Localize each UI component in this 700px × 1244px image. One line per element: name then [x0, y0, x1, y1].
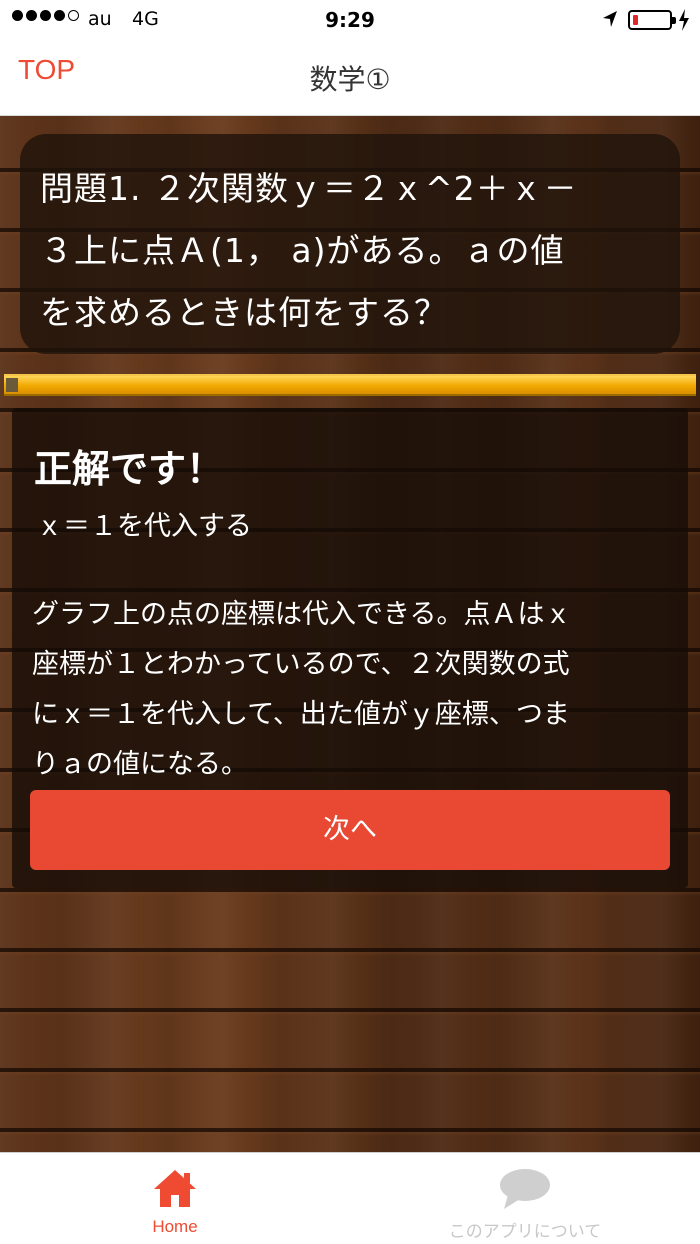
- question-line: を求めるときは何をする？: [40, 293, 448, 332]
- speech-bubble-icon: [500, 1169, 550, 1209]
- next-button[interactable]: 次へ: [30, 790, 670, 870]
- result-title: 正解です！: [34, 447, 225, 491]
- tab-bar: Home このアプリについて: [0, 1152, 700, 1244]
- explanation-line: 座標が１とわかっているので、２次関数の式: [32, 649, 570, 680]
- explanation-line: グラフ上の点の座標は代入できる。点Ａはｘ: [32, 599, 572, 630]
- location-arrow-icon: [603, 11, 617, 27]
- tab-about-label: このアプリについて: [448, 1222, 602, 1242]
- progress-bar: [4, 374, 696, 396]
- tab-about-app[interactable]: このアプリについて: [400, 1153, 650, 1244]
- battery-icon: [628, 10, 676, 30]
- explanation-line: りａの値になる。: [32, 749, 248, 780]
- explanation-line: にｘ＝１を代入して、出た値がｙ座標、つま: [32, 699, 570, 730]
- tab-home-label: Home: [152, 1217, 198, 1236]
- question-line: 問題1. ２次関数ｙ＝２ｘ^2＋ｘ－: [40, 169, 578, 208]
- question-text: 問題1. ２次関数ｙ＝２ｘ^2＋ｘ－ ３上に点Ａ(1， a)がある。ａの値 を求…: [40, 158, 658, 344]
- charging-bolt-icon: [679, 9, 689, 31]
- explanation-text: グラフ上の点の座標は代入できる。点Ａはｘ 座標が１とわかっているので、２次関数の…: [32, 590, 682, 790]
- progress-fill: [4, 376, 696, 394]
- navigation-bar: TOP 数学①: [0, 40, 700, 116]
- question-panel: 問題1. ２次関数ｙ＝２ｘ^2＋ｘ－ ３上に点Ａ(1， a)がある。ａの値 を求…: [20, 134, 680, 354]
- status-bar: au 4G 9:29: [0, 0, 700, 40]
- progress-start-marker: [6, 378, 18, 392]
- question-line: ３上に点Ａ(1， a)がある。ａの値: [40, 231, 565, 270]
- page-title: 数学①: [309, 63, 391, 96]
- home-icon: [154, 1170, 196, 1207]
- tab-home[interactable]: Home: [100, 1153, 250, 1244]
- status-time: 9:29: [325, 8, 375, 32]
- correct-answer-text: ｘ＝１を代入する: [36, 511, 252, 542]
